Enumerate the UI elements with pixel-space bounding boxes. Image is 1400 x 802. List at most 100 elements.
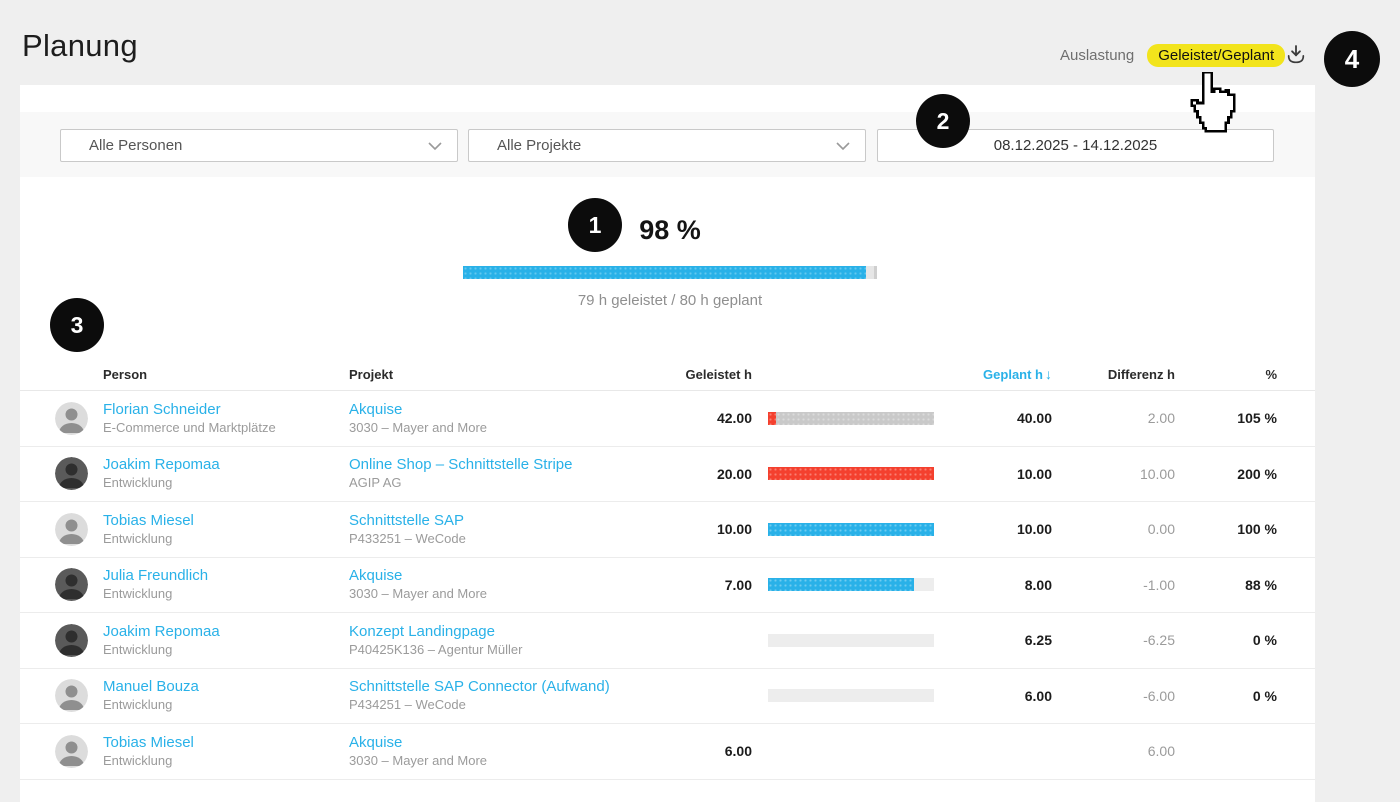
geleistet-value: 7.00 [612,577,752,593]
person-subtitle: Entwicklung [103,643,349,658]
summary-bar-fill [463,266,866,279]
person-link[interactable]: Manuel Bouza [103,678,349,695]
project-link[interactable]: Akquise [349,401,612,418]
person-subtitle: Entwicklung [103,587,349,602]
project-link[interactable]: Konzept Landingpage [349,623,612,640]
project-link[interactable]: Akquise [349,567,612,584]
bar-segment-light [768,689,934,702]
geleistet-value: 20.00 [612,466,752,482]
bar-segment-blue [768,578,914,591]
person-link[interactable]: Joakim Repomaa [103,623,349,640]
col-header-projekt[interactable]: Projekt [349,367,612,382]
download-icon[interactable] [1285,43,1307,65]
row-progress-bar [768,578,934,591]
table-header-row: Person Projekt Geleistet h Geplant h↓ Di… [20,358,1315,391]
percent-value: 88 % [1175,577,1277,593]
chevron-down-icon [427,141,443,151]
avatar[interactable] [55,568,88,601]
sort-desc-icon: ↓ [1045,366,1052,382]
differenz-value: -6.00 [1052,688,1175,704]
percent-value: 0 % [1175,632,1277,648]
geplant-value: 8.00 [934,577,1052,593]
project-link[interactable]: Schnittstelle SAP [349,512,612,529]
person-cell: Julia Freundlich Entwicklung [103,567,349,602]
avatar[interactable] [55,624,88,657]
differenz-value: 10.00 [1052,466,1175,482]
avatar[interactable] [55,735,88,768]
annotation-circle-2: 2 [916,94,970,148]
tab-geleistet-geplant[interactable]: Geleistet/Geplant [1147,44,1285,67]
project-link[interactable]: Online Shop – Schnittstelle Stripe [349,456,612,473]
geplant-value: 10.00 [934,521,1052,537]
percent-value: 200 % [1175,466,1277,482]
project-link[interactable]: Schnittstelle SAP Connector (Aufwand) [349,678,612,695]
row-progress-bar [768,467,934,480]
utilization-summary: 98 % 79 h geleistet / 80 h geplant [463,215,877,309]
summary-percent: 98 % [463,215,877,246]
avatar[interactable] [55,402,88,435]
project-cell: Schnittstelle SAP Connector (Aufwand) P43… [349,678,612,713]
geleistet-value: 6.00 [612,743,752,759]
project-cell: Akquise 3030 – Mayer and More [349,734,612,769]
percent-value: 105 % [1175,410,1277,426]
page-title: Planung [22,28,138,64]
avatar[interactable] [55,457,88,490]
person-link[interactable]: Florian Schneider [103,401,349,418]
row-progress-bar [768,689,934,702]
annotation-circle-3: 3 [50,298,104,352]
project-subtitle: 3030 – Mayer and More [349,754,612,769]
col-header-differenz[interactable]: Differenz h [1052,367,1175,382]
person-link[interactable]: Tobias Miesel [103,512,349,529]
projects-select-value: Alle Projekte [497,137,581,154]
person-subtitle: E-Commerce und Marktplätze [103,421,349,436]
differenz-value: -6.25 [1052,632,1175,648]
person-link[interactable]: Tobias Miesel [103,734,349,751]
bar-segment-gray [776,412,934,425]
col-header-percent[interactable]: % [1175,367,1277,382]
bar-segment-red [768,467,934,480]
project-subtitle: P434251 – WeCode [349,698,612,713]
person-subtitle: Entwicklung [103,476,349,491]
person-cell: Florian Schneider E-Commerce und Marktplä… [103,401,349,436]
table-row[interactable]: Tobias Miesel EntwicklungAkquise 3030 – Ma… [20,724,1315,780]
person-link[interactable]: Joakim Repomaa [103,456,349,473]
project-link[interactable]: Akquise [349,734,612,751]
avatar[interactable] [55,679,88,712]
tab-auslastung[interactable]: Auslastung [1060,47,1134,64]
planning-page: Planung Auslastung Geleistet/Geplant All… [0,0,1400,802]
project-subtitle: P40425K136 – Agentur Müller [349,643,612,658]
bar-segment-light [914,578,934,591]
col-header-geplant[interactable]: Geplant h↓ [934,366,1052,382]
project-subtitle: 3030 – Mayer and More [349,421,612,436]
summary-progress-bar [463,266,877,279]
bar-segment-red [768,412,776,425]
geleistet-value: 42.00 [612,410,752,426]
table-row[interactable]: Julia Freundlich EntwicklungAkquise3030 –… [20,558,1315,614]
persons-select[interactable]: Alle Personen [60,129,458,162]
geleistet-value: 10.00 [612,521,752,537]
table-row[interactable]: Joakim Repomaa EntwicklungKonzept Landing… [20,613,1315,669]
row-progress-bar [768,412,934,425]
col-header-geleistet[interactable]: Geleistet h [612,367,752,382]
geplant-value: 10.00 [934,466,1052,482]
project-subtitle: P433251 – WeCode [349,532,612,547]
person-subtitle: Entwicklung [103,698,349,713]
person-link[interactable]: Julia Freundlich [103,567,349,584]
project-cell: Schnittstelle SAP P433251 – WeCode [349,512,612,547]
projects-select[interactable]: Alle Projekte [468,129,866,162]
avatar[interactable] [55,513,88,546]
person-subtitle: Entwicklung [103,754,349,769]
project-cell: Akquise3030 – Mayer and More [349,567,612,602]
geplant-value: 6.00 [934,688,1052,704]
person-cell: Tobias Miesel Entwicklung [103,734,349,769]
project-cell: Online Shop – Schnittstelle StripeAGIP A… [349,456,612,491]
geplant-value: 6.25 [934,632,1052,648]
table-row[interactable]: Florian Schneider E-Commerce und Marktplä… [20,391,1315,447]
table-row[interactable]: Manuel Bouza EntwicklungSchnittstelle SAP… [20,669,1315,725]
col-header-person[interactable]: Person [103,367,349,382]
annotation-circle-4: 4 [1324,31,1380,87]
percent-value: 100 % [1175,521,1277,537]
content-panel: 98 % 79 h geleistet / 80 h geplant Perso… [20,177,1315,802]
table-row[interactable]: Tobias MieselEntwicklungSchnittstelle SA… [20,502,1315,558]
table-row[interactable]: Joakim Repomaa EntwicklungOnline Shop – S… [20,447,1315,503]
